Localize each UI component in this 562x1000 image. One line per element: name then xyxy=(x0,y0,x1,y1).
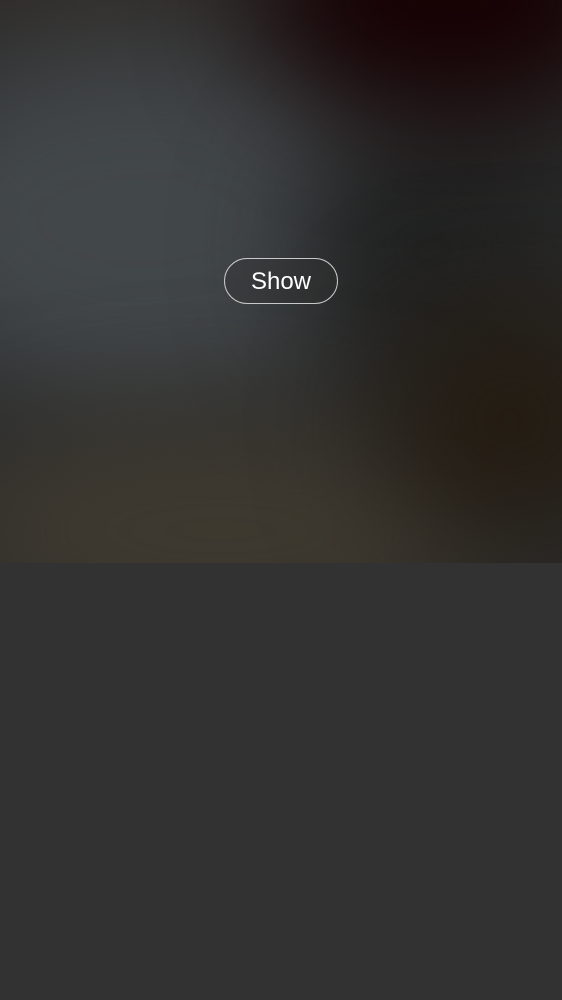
blurred-media-preview: Show xyxy=(0,0,562,563)
lower-panel xyxy=(0,563,562,1000)
screen: Show xyxy=(0,0,562,1000)
show-button[interactable]: Show xyxy=(224,258,338,304)
